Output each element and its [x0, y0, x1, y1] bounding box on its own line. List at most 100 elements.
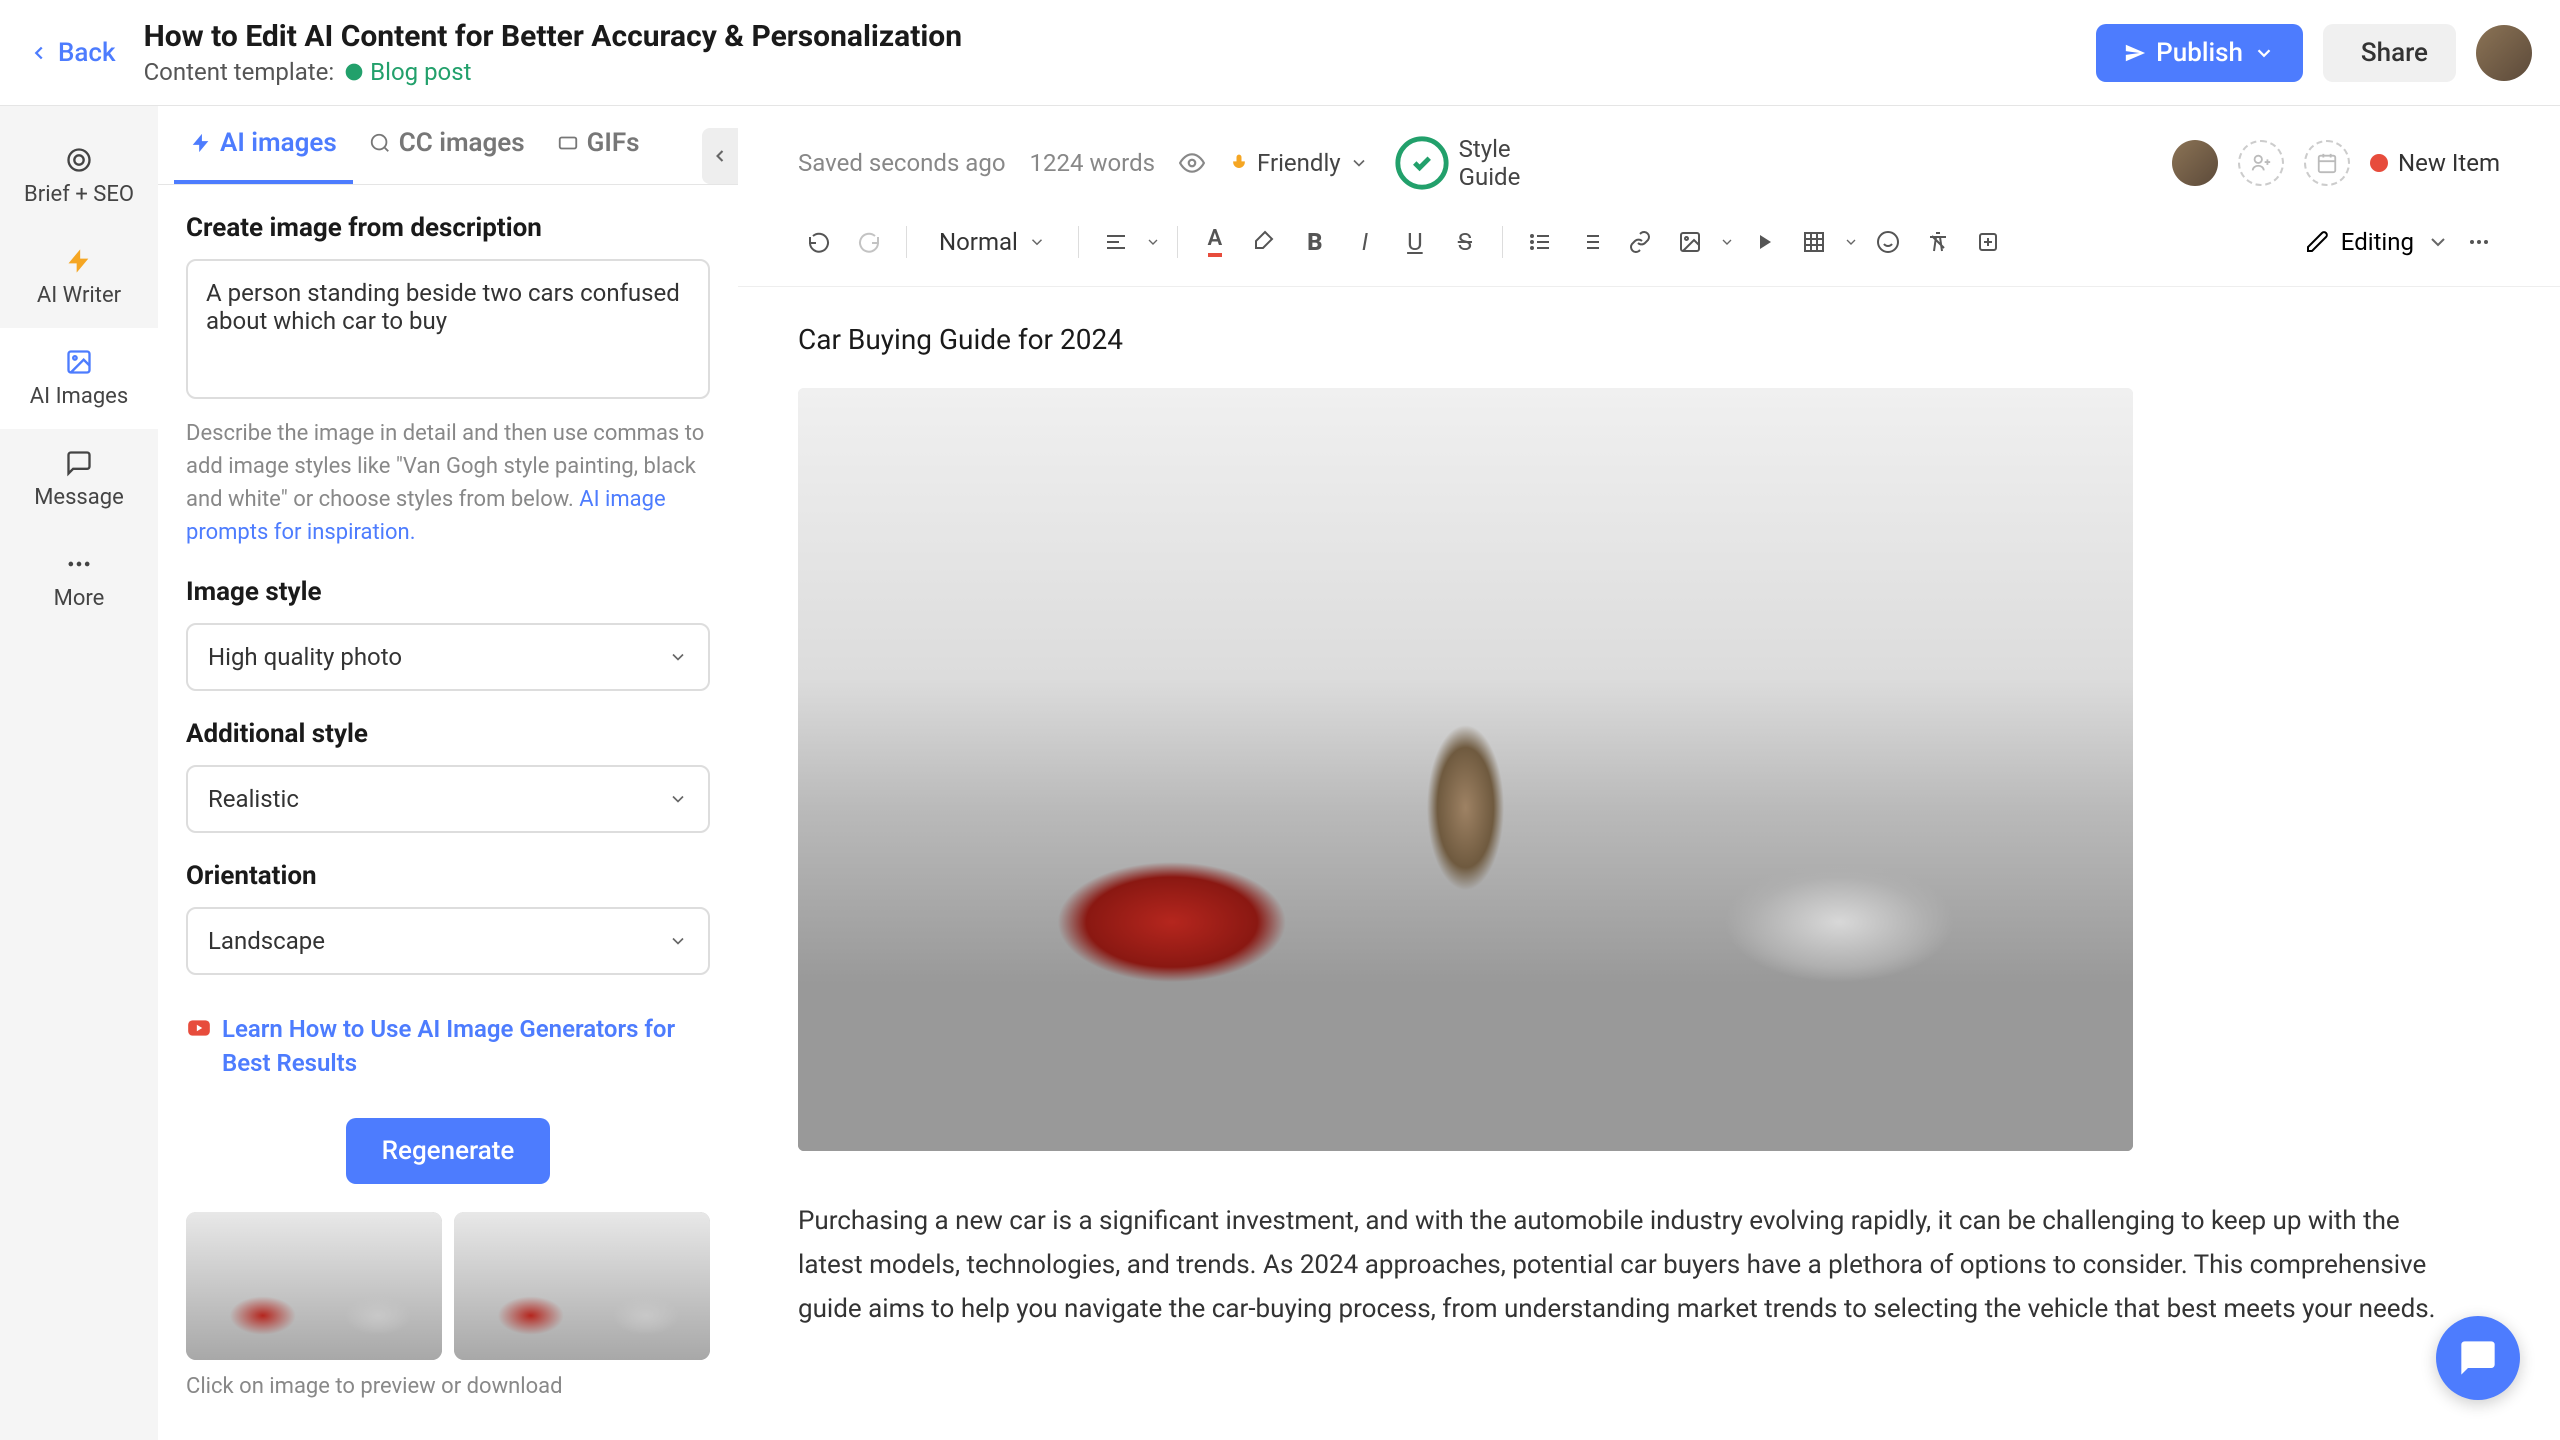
number-list-button[interactable] — [1569, 221, 1611, 263]
template-icon — [344, 62, 364, 82]
nav-brief-seo[interactable]: Brief + SEO — [0, 126, 158, 227]
pencil-icon — [2305, 230, 2329, 254]
editing-mode-select[interactable]: Editing — [2305, 228, 2450, 256]
status-dot — [2370, 154, 2388, 172]
nav-ai-images[interactable]: AI Images — [0, 328, 158, 429]
chevron-down-icon — [2426, 230, 2450, 254]
clear-format-button[interactable] — [1917, 221, 1959, 263]
sidebar-panel: AI images CC images GIFs Create image fr… — [158, 106, 738, 1440]
publish-button[interactable]: Publish — [2096, 24, 2303, 82]
bolt-icon — [190, 132, 212, 154]
schedule-button[interactable] — [2304, 140, 2350, 186]
more-format-button[interactable] — [2458, 221, 2500, 263]
tab-cc-images[interactable]: CC images — [353, 106, 541, 184]
format-select[interactable]: Normal — [923, 220, 1062, 264]
document-title[interactable]: Car Buying Guide for 2024 — [798, 323, 2500, 356]
image-icon — [65, 348, 93, 376]
gif-icon — [557, 132, 579, 154]
chevron-left-icon — [710, 146, 730, 166]
bold-button[interactable]: B — [1294, 221, 1336, 263]
left-nav: Brief + SEO AI Writer AI Images Message … — [0, 106, 158, 1440]
underline-button[interactable]: U — [1394, 221, 1436, 263]
style-guide-button[interactable]: Style Guide — [1393, 134, 1521, 192]
image-style-select[interactable]: High quality photo — [186, 623, 710, 691]
bolt-icon — [65, 247, 93, 275]
user-plus-icon — [2250, 152, 2272, 174]
back-label: Back — [58, 38, 116, 68]
eye-icon[interactable] — [1179, 150, 1205, 176]
generated-thumb-1[interactable] — [186, 1212, 442, 1360]
orientation-label: Orientation — [186, 861, 710, 891]
align-button[interactable] — [1095, 221, 1137, 263]
mic-icon — [1229, 153, 1249, 173]
table-button[interactable] — [1793, 221, 1835, 263]
chevron-down-icon[interactable] — [1843, 234, 1859, 250]
chevron-down-icon — [2253, 42, 2275, 64]
chevron-down-icon — [1028, 233, 1046, 251]
bullet-list-button[interactable] — [1519, 221, 1561, 263]
new-item-status[interactable]: New Item — [2370, 149, 2500, 177]
nav-message[interactable]: Message — [0, 429, 158, 530]
user-avatar[interactable] — [2476, 25, 2532, 81]
chevron-down-icon — [668, 647, 688, 667]
hero-image[interactable] — [798, 388, 2133, 1151]
collapse-sidebar-button[interactable] — [702, 128, 738, 184]
saved-status: Saved seconds ago — [798, 149, 1006, 177]
additional-style-label: Additional style — [186, 719, 710, 749]
document-content[interactable]: Car Buying Guide for 2024 Purchasing a n… — [738, 287, 2560, 1440]
regenerate-button[interactable]: Regenerate — [346, 1118, 551, 1184]
highlight-button[interactable] — [1244, 221, 1286, 263]
image-button[interactable] — [1669, 221, 1711, 263]
send-icon — [2124, 42, 2146, 64]
chevron-down-icon[interactable] — [1145, 234, 1161, 250]
template-label: Content template: — [144, 58, 335, 86]
share-button[interactable]: Share — [2323, 24, 2456, 82]
page-title: How to Edit AI Content for Better Accura… — [144, 19, 2097, 54]
chevron-down-icon — [668, 789, 688, 809]
chevron-left-icon — [28, 42, 50, 64]
image-style-label: Image style — [186, 577, 710, 607]
orientation-select[interactable]: Landscape — [186, 907, 710, 975]
calendar-icon — [2316, 152, 2338, 174]
tab-ai-images[interactable]: AI images — [174, 106, 353, 184]
nav-more[interactable]: More — [0, 530, 158, 631]
video-button[interactable] — [1743, 221, 1785, 263]
dots-icon — [65, 550, 93, 578]
message-icon — [65, 449, 93, 477]
target-icon — [65, 146, 93, 174]
nav-ai-writer[interactable]: AI Writer — [0, 227, 158, 328]
tone-selector[interactable]: Friendly — [1229, 149, 1369, 177]
thumb-hint: Click on image to preview or download — [186, 1374, 710, 1399]
youtube-icon — [186, 1015, 212, 1041]
collaborator-avatar[interactable] — [2172, 140, 2218, 186]
image-description-input[interactable] — [186, 259, 710, 399]
chevron-down-icon — [668, 931, 688, 951]
learn-link[interactable]: Learn How to Use AI Image Generators for… — [186, 1013, 710, 1080]
undo-button[interactable] — [798, 221, 840, 263]
chevron-down-icon — [1349, 153, 1369, 173]
chevron-down-icon[interactable] — [1719, 234, 1735, 250]
word-count: 1224 words — [1030, 149, 1155, 177]
strike-button[interactable]: S — [1444, 221, 1486, 263]
emoji-button[interactable] — [1867, 221, 1909, 263]
tab-gifs[interactable]: GIFs — [541, 106, 656, 184]
back-button[interactable]: Back — [28, 38, 116, 68]
document-body[interactable]: Purchasing a new car is a significant in… — [798, 1199, 2438, 1332]
editor-panel: Saved seconds ago 1224 words Friendly St… — [738, 106, 2560, 1440]
redo-button[interactable] — [848, 221, 890, 263]
add-collaborator[interactable] — [2238, 140, 2284, 186]
text-color-button[interactable]: A — [1194, 221, 1236, 263]
additional-style-select[interactable]: Realistic — [186, 765, 710, 833]
help-text: Describe the image in detail and then us… — [186, 417, 710, 549]
chat-icon — [2458, 1338, 2498, 1378]
chat-launcher[interactable] — [2436, 1316, 2520, 1400]
format-toolbar: Normal A B I U S — [738, 206, 2560, 287]
insert-snippet-button[interactable] — [1967, 221, 2009, 263]
template-link[interactable]: Blog post — [344, 58, 471, 86]
link-button[interactable] — [1619, 221, 1661, 263]
generated-thumb-2[interactable] — [454, 1212, 710, 1360]
check-circle-icon — [1393, 134, 1451, 192]
italic-button[interactable]: I — [1344, 221, 1386, 263]
create-image-label: Create image from description — [186, 213, 710, 243]
search-icon — [369, 132, 391, 154]
